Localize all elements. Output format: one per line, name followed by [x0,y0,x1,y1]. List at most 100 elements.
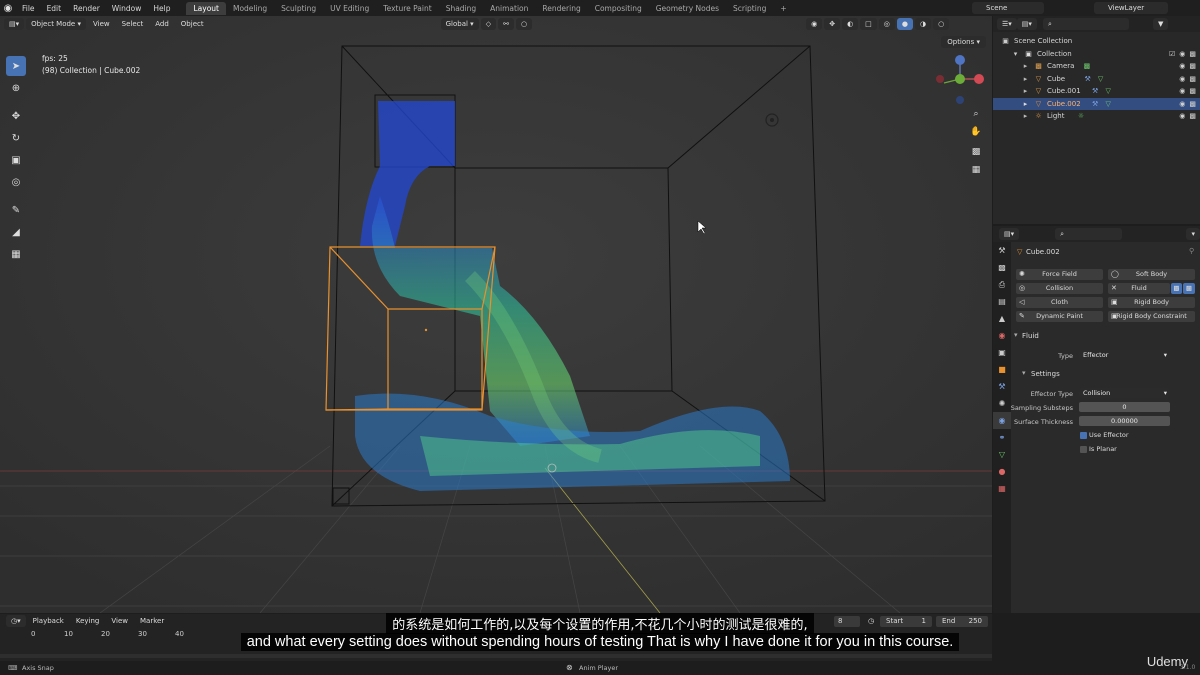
menu-file[interactable]: File [16,4,41,13]
object-tab-icon[interactable]: ■ [993,361,1011,378]
cloth-button[interactable]: ◁ Cloth [1016,297,1103,308]
outliner-scene-collection[interactable]: ▣ Scene Collection [993,35,1200,48]
tab-uv-editing[interactable]: UV Editing [323,2,376,15]
menu-help[interactable]: Help [147,4,176,13]
expand-chevron-icon[interactable]: ▸ [1021,87,1030,96]
shading-material-icon[interactable]: ◑ [915,18,932,30]
eye-icon[interactable]: ◉ [1179,50,1185,58]
fluid-panel-chevron-icon[interactable]: ▾ [1014,331,1018,339]
force-field-button[interactable]: ✺ Force Field [1016,269,1103,280]
outliner-item-camera[interactable]: ▸ ▩ Camera ▩ ◉ ▩ [993,60,1200,73]
filter-icon[interactable]: ▼ [1152,18,1169,30]
outliner-item-cube[interactable]: ▸ ▽ Cube ⚒ ▽ ◉ ▩ [993,73,1200,86]
outliner-item-cube-001[interactable]: ▸ ▽ Cube.001 ⚒ ▽ ◉ ▩ [993,85,1200,98]
fluid-render-toggle-icon[interactable]: ▩ [1183,283,1195,294]
properties-search-input[interactable]: ⌕ [1055,228,1123,240]
close-x-icon[interactable]: ⊗ [566,663,573,672]
object-mode-selector[interactable]: Object Mode ▾ [26,18,86,30]
world-tab-icon[interactable]: ◉ [993,327,1011,344]
scene-tab-icon[interactable]: ▲ [993,310,1011,327]
shading-solid-icon[interactable]: ● [896,18,914,30]
tab-animation[interactable]: Animation [483,2,535,15]
xray-icon[interactable]: □ [860,18,877,30]
outliner-collection[interactable]: ▾ ▣ Collection ☑ ◉ ▩ [993,48,1200,61]
outliner-item-cube-002[interactable]: ▸ ▽ Cube.002 ⚒ ▽ ◉ ▩ [993,97,1200,110]
viewport-menu-add[interactable]: Add [150,20,174,28]
options-button[interactable]: Options ▾ [941,36,986,48]
tab-sculpting[interactable]: Sculpting [274,2,323,15]
3d-viewport[interactable]: ▤▾ Object Mode ▾ View Select Add Object … [0,16,992,613]
rigid-body-button[interactable]: ▣ Rigid Body [1108,297,1195,308]
transform-tool-icon[interactable]: ◎ [6,172,26,192]
soft-body-button[interactable]: ◯ Soft Body [1108,269,1195,280]
outliner-search-input[interactable]: ⌕ [1042,18,1129,30]
expand-chevron-icon[interactable]: ▸ [1021,99,1030,108]
sampling-substeps-field[interactable]: 0 [1079,402,1170,412]
tab-scripting[interactable]: Scripting [726,2,773,15]
use-effector-checkbox[interactable] [1080,432,1087,439]
scene-selector[interactable]: Scene [972,2,1044,14]
pan-hand-icon[interactable]: ✋ [968,124,984,140]
eye-icon[interactable]: ◉ [1179,62,1185,70]
tab-rendering[interactable]: Rendering [535,2,587,15]
eye-icon[interactable]: ◉ [1179,75,1185,83]
fluid-viewport-toggle-icon[interactable]: ▩ [1171,283,1182,294]
menu-edit[interactable]: Edit [41,4,68,13]
rotate-tool-icon[interactable]: ↻ [6,128,26,148]
eye-icon[interactable]: ◉ [1179,100,1185,108]
overlay-icon[interactable]: ◐ [842,18,859,30]
cursor-tool-icon[interactable]: ⊕ [6,78,26,98]
settings-panel-title[interactable]: Settings [1031,370,1060,378]
eye-icon[interactable]: ◉ [1179,87,1185,95]
pin-icon[interactable]: ⚲ [1189,247,1194,255]
camera-render-icon[interactable]: ▩ [1189,62,1196,70]
modifier-tab-icon[interactable]: ⚒ [993,378,1011,395]
transform-orientation-selector[interactable]: Global ▾ [440,18,479,30]
viewport-menu-object[interactable]: Object [176,20,209,28]
is-planar-checkbox[interactable] [1080,446,1087,453]
visibility-icon[interactable]: ◉ [806,18,823,30]
fluid-type-dropdown[interactable]: Effector ▾ [1079,350,1170,360]
tab-modeling[interactable]: Modeling [226,2,274,15]
output-tab-icon[interactable]: ⎙ [993,276,1011,293]
shading-wireframe-icon[interactable]: ◎ [878,18,895,30]
texture-tab-icon[interactable]: ▦ [993,480,1011,497]
annotate-tool-icon[interactable]: ✎ [6,200,26,220]
constraints-tab-icon[interactable]: ⚭ [993,429,1011,446]
properties-editor-type-icon[interactable]: ▤▾ [999,228,1020,240]
expand-chevron-icon[interactable]: ▾ [1011,49,1020,58]
scale-tool-icon[interactable]: ▣ [6,150,26,170]
timeline-scrollbar[interactable] [0,654,992,658]
properties-options-icon[interactable]: ▾ [1186,228,1200,240]
camera-render-icon[interactable]: ▩ [1189,87,1196,95]
select-box-tool-icon[interactable]: ➤ [6,56,26,76]
snap-icon[interactable]: ⚯ [498,18,514,30]
expand-chevron-icon[interactable]: ▸ [1021,62,1030,71]
render-tab-icon[interactable]: ▩ [993,259,1011,276]
tab-compositing[interactable]: Compositing [588,2,649,15]
tool-tab-icon[interactable]: ⚒ [993,242,1011,259]
fluid-button[interactable]: ✕ Fluid [1108,283,1170,294]
fluid-panel-title[interactable]: Fluid [1022,332,1039,340]
proportional-edit-icon[interactable]: ○ [515,18,533,30]
add-workspace-button[interactable]: + [773,2,793,15]
collision-button[interactable]: ◎ Collision [1016,283,1103,294]
pivot-icon[interactable]: ◇ [480,18,497,30]
camera-render-icon[interactable]: ▩ [1189,50,1196,58]
outliner-item-light[interactable]: ▸ ☼ Light ☼ ◉ ▩ [993,110,1200,123]
data-tab-icon[interactable]: ▽ [993,446,1011,463]
view-layer-selector[interactable]: ViewLayer [1094,2,1168,14]
menu-window[interactable]: Window [106,4,148,13]
collection-tab-icon[interactable]: ▣ [993,344,1011,361]
view-layer-tab-icon[interactable]: ▤ [993,293,1011,310]
surface-thickness-field[interactable]: 0.00000 [1079,416,1170,426]
editor-type-button[interactable]: ▤▾ [4,18,25,30]
camera-render-icon[interactable]: ▩ [1189,100,1196,108]
expand-chevron-icon[interactable]: ▸ [1021,74,1030,83]
camera-render-icon[interactable]: ▩ [1189,75,1196,83]
collection-checkbox[interactable]: ☑ [1169,50,1175,58]
outliner-editor-type-icon[interactable]: ☰▾ [997,18,1017,30]
tab-geometry-nodes[interactable]: Geometry Nodes [649,2,726,15]
eye-icon[interactable]: ◉ [1179,112,1185,120]
dynamic-paint-button[interactable]: ✎ Dynamic Paint [1016,311,1103,322]
